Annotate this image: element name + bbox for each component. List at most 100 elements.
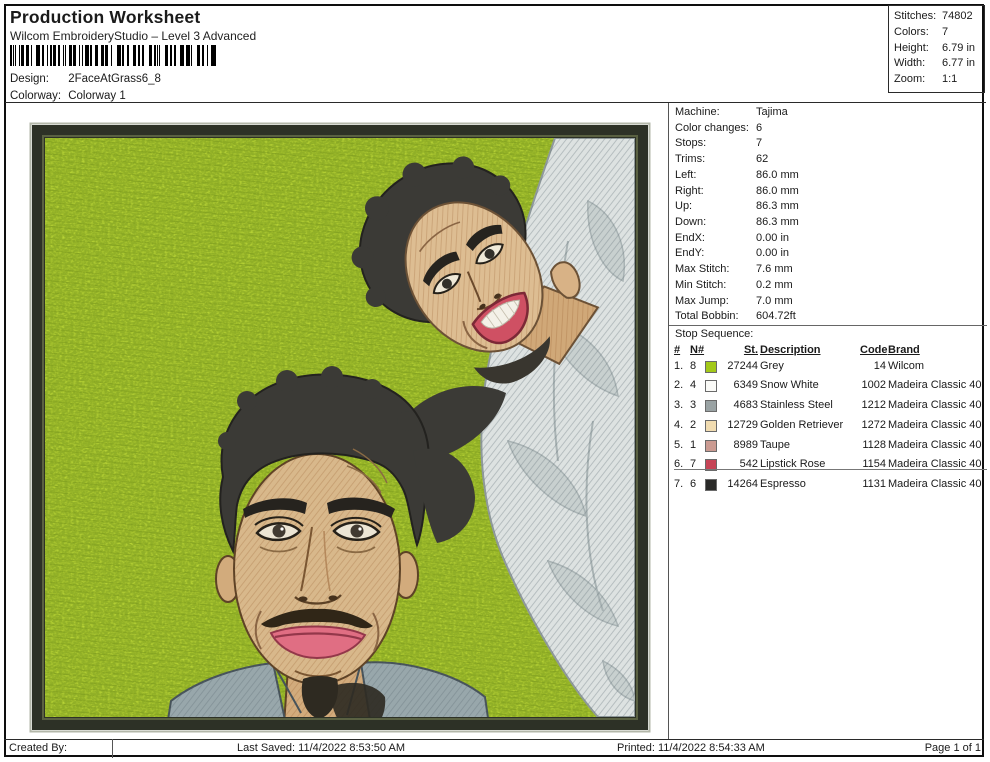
design-artwork: [29, 122, 651, 733]
col-header-stitches: St.: [743, 344, 758, 356]
stop-row-description: Stainless Steel: [760, 399, 833, 412]
stop-sequence-title: Stop Sequence:: [675, 328, 754, 340]
stop-row-description: Golden Retriever: [760, 418, 844, 431]
machine-info-row: Min Stitch: 0.2 mm: [675, 278, 793, 291]
machine-info-list: Machine: Tajima Color changes: 6 Stops: 7 T…: [675, 105, 799, 325]
stat-colors: Colors: 7: [894, 25, 949, 38]
stop-row-code: 1002: [861, 379, 886, 392]
stop-row-stitches: 8989: [733, 438, 758, 451]
stop-row-needle: 4: [690, 379, 697, 392]
stop-row-code: 1154: [862, 458, 886, 471]
machine-info-row: Color changes: 6: [675, 121, 763, 134]
stop-row-stitches: 27244: [727, 359, 758, 372]
stop-row-needle: 6: [690, 477, 697, 490]
footer-last-saved: Last Saved: 11/4/2022 8:53:50 AM: [237, 742, 405, 754]
stop-row-description: Espresso: [760, 477, 806, 490]
col-header-description: Description: [760, 344, 821, 356]
col-header-code: Code: [860, 344, 888, 356]
stop-sequence-grid: # N# St. Description Code Brand 1. 8 272…: [674, 343, 985, 497]
summary-stats-box: Stitches: 74802 Colors: 7 Height: 6.79 in W…: [888, 5, 985, 93]
machine-info-row: Trims: 62: [675, 153, 769, 166]
footer-page-number: Page 1 of 1: [924, 742, 981, 754]
design-barcode: [10, 45, 218, 66]
stop-row-description: Taupe: [760, 438, 790, 451]
design-label: Design:: [10, 73, 49, 85]
production-worksheet-page: Production Worksheet Wilcom EmbroiderySt…: [0, 0, 990, 762]
col-header-brand: Brand: [888, 344, 920, 356]
machine-info-row: Machine: Tajima: [675, 106, 788, 118]
stat-stitches: Stitches: 74802: [894, 10, 973, 22]
stop-row-num: 4.: [674, 418, 684, 431]
stop-row-num: 6.: [674, 458, 684, 471]
stop-row-num: 1.: [674, 359, 684, 372]
footer-created-by: Created By:: [9, 742, 68, 754]
stop-row-description: Grey: [760, 359, 784, 372]
col-header-swatch-spacer: [705, 343, 718, 359]
machine-info-row: Left: 86.0 mm: [675, 168, 799, 181]
stop-row-brand: Madeira Classic 40: [888, 458, 982, 471]
stop-row-brand: Madeira Classic 40: [888, 477, 982, 490]
stop-row-code: 14: [873, 359, 886, 372]
thread-swatch: [705, 378, 718, 398]
stop-row-description: Snow White: [760, 379, 819, 392]
stop-row-code: 1128: [862, 438, 886, 451]
page-title: Production Worksheet: [10, 7, 201, 27]
machine-info-row: EndY: 0.00 in: [675, 247, 790, 260]
stop-row-code: 1272: [861, 418, 886, 431]
col-header-num: #: [674, 344, 681, 356]
machine-info-row: EndX: 0.00 in: [675, 231, 790, 244]
stop-row-num: 5.: [674, 438, 684, 451]
machine-info-row: Stops: 7: [675, 137, 763, 150]
stop-row-brand: Wilcom: [888, 359, 925, 372]
stop-row-stitches: 4683: [733, 399, 758, 412]
app-subtitle: Wilcom EmbroideryStudio – Level 3 Advanc…: [10, 29, 257, 43]
stop-sequence-divider: [669, 325, 987, 326]
stop-row-brand: Madeira Classic 40: [888, 399, 982, 412]
stop-row-needle: 3: [690, 399, 697, 412]
stop-sequence-bottom-rule: [674, 469, 987, 470]
stat-zoom: Zoom: 1:1: [894, 73, 958, 86]
footer-divider: [4, 739, 984, 740]
colorway-row: Colorway: Colorway 1: [10, 90, 126, 102]
thread-swatch: [705, 477, 718, 497]
machine-info-row: Total Bobbin: 604.72ft: [675, 310, 796, 323]
stop-sequence-table: # N# St. Description Code Brand 1. 8 272…: [674, 343, 985, 497]
stop-row-stitches: 6349: [733, 379, 758, 392]
stop-row-num: 3.: [674, 399, 684, 412]
stop-row-code: 1212: [861, 399, 886, 412]
embroidery-design-preview: [28, 121, 652, 734]
machine-info-row: Max Stitch: 7.6 mm: [675, 263, 793, 276]
stop-row-code: 1131: [862, 477, 886, 490]
thread-swatch: [705, 398, 718, 418]
stop-row-brand: Madeira Classic 40: [888, 418, 982, 431]
stop-row-brand: Madeira Classic 40: [888, 379, 982, 392]
stop-row-needle: 7: [690, 458, 697, 471]
stop-row-num: 7.: [674, 477, 684, 490]
stop-row-description: Lipstick Rose: [760, 458, 826, 471]
machine-info-row: Max Jump: 7.0 mm: [675, 294, 793, 307]
stop-row-brand: Madeira Classic 40: [888, 438, 982, 451]
stat-width: Width: 6.77 in: [894, 57, 976, 70]
machine-info-row: Down: 86.3 mm: [675, 216, 799, 229]
stat-height: Height: 6.79 in: [894, 41, 976, 54]
machine-info-panel: Machine: Tajima Color changes: 6 Stops: 7 T…: [668, 103, 987, 740]
machine-info-row: Right: 86.0 mm: [675, 184, 799, 197]
footer-printed: Printed: 11/4/2022 8:54:33 AM: [617, 742, 765, 754]
thread-swatch: [705, 457, 718, 477]
thread-swatch: [705, 418, 718, 438]
stop-row-num: 2.: [674, 379, 684, 392]
design-value: 2FaceAtGrass6_8: [68, 73, 161, 85]
design-name-row: Design: 2FaceAtGrass6_8: [10, 73, 161, 85]
stop-row-needle: 1: [690, 438, 697, 451]
machine-info-row: Up: 86.3 mm: [675, 200, 799, 213]
stop-row-stitches: 14264: [727, 477, 758, 490]
thread-swatch: [705, 359, 718, 379]
colorway-label: Colorway:: [10, 90, 62, 102]
stop-row-stitches: 12729: [727, 418, 758, 431]
stop-row-needle: 2: [690, 418, 697, 431]
colorway-value: Colorway 1: [68, 90, 126, 102]
stop-row-stitches: 542: [739, 458, 758, 471]
thread-swatch: [705, 438, 718, 458]
col-header-needle: N#: [690, 344, 705, 356]
stop-row-needle: 8: [690, 359, 697, 372]
